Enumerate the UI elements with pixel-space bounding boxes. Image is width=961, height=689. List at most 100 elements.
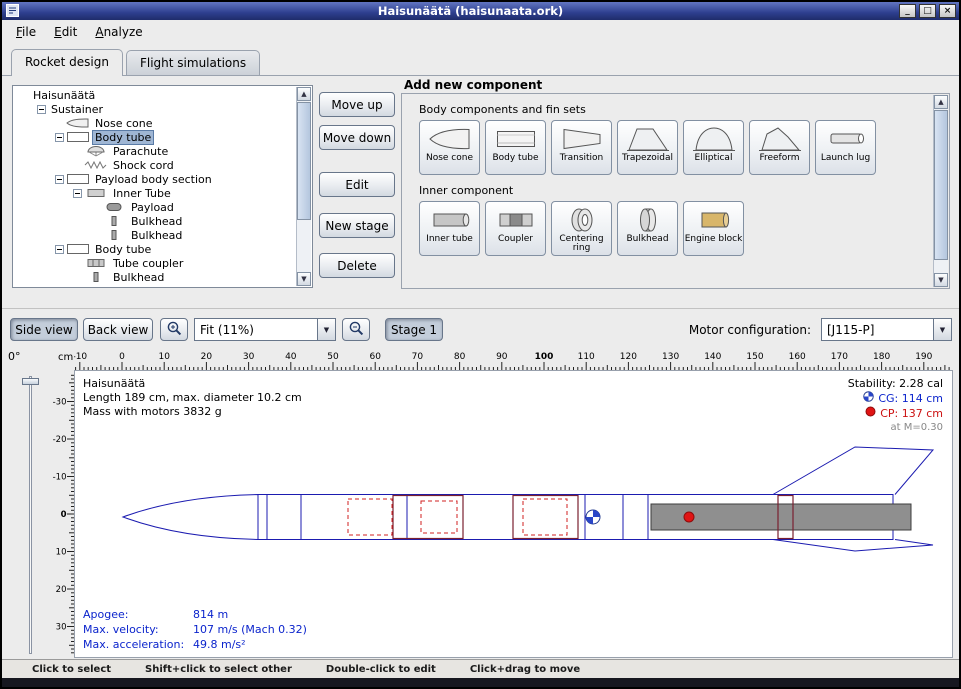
tree-item-tube-coupler[interactable]: Tube coupler: [14, 256, 296, 270]
add-nose-cone-button[interactable]: Nose cone: [419, 120, 480, 175]
minimize-button[interactable]: _: [899, 4, 916, 18]
tree-item-nose-cone[interactable]: Nose cone: [14, 116, 296, 130]
cp-icon: [865, 406, 876, 421]
tree-indent: [14, 235, 89, 236]
add-scroll-thumb[interactable]: [934, 110, 948, 260]
svg-text:80: 80: [454, 352, 466, 362]
maximize-button[interactable]: □: [919, 4, 936, 18]
svg-text:40: 40: [285, 352, 297, 362]
tree-collapse-icon[interactable]: [71, 186, 84, 200]
move-down-button[interactable]: Move down: [319, 125, 395, 150]
component-tree: HaisunäätäSustainerNose coneBody tubePar…: [12, 85, 313, 288]
tree-collapse-icon[interactable]: [53, 172, 66, 186]
zoom-in-button[interactable]: [160, 318, 188, 341]
tab-rocket-design[interactable]: Rocket design: [11, 49, 123, 76]
new-stage-button[interactable]: New stage: [319, 213, 395, 238]
tree-item-body-tube[interactable]: Body tube: [14, 130, 296, 144]
add-coupler-button[interactable]: Coupler: [485, 201, 546, 256]
tree-indent: [14, 123, 53, 124]
scroll-down-icon[interactable]: ▼: [934, 273, 948, 287]
tree-item-haisun-t[interactable]: Haisunäätä: [14, 88, 296, 102]
palette-button-label: Elliptical: [695, 154, 733, 163]
svg-text:110: 110: [578, 352, 595, 362]
palette-button-label: Bulkhead: [626, 235, 668, 244]
chevron-down-icon[interactable]: ▼: [933, 319, 951, 340]
body-tube-icon: [66, 173, 92, 185]
rotation-slider[interactable]: [19, 374, 41, 656]
move-up-button[interactable]: Move up: [319, 92, 395, 117]
rotation-angle-label: 0°: [8, 350, 21, 363]
add-engine-block-button[interactable]: Engine block: [683, 201, 744, 256]
menu-file[interactable]: File: [7, 22, 45, 42]
tree-item-bulkhead[interactable]: Bulkhead: [14, 214, 296, 228]
tabbar: Rocket designFlight simulations: [2, 43, 959, 76]
tree-scrollbar[interactable]: ▲ ▼: [296, 87, 311, 286]
add-component-groups: Body components and fin setsNose coneBod…: [403, 94, 933, 287]
tree-indent: [14, 221, 89, 222]
window-menu-icon[interactable]: [6, 4, 19, 17]
stage-1-button[interactable]: Stage 1: [385, 318, 443, 341]
tree-item-label: Payload body section: [92, 173, 215, 186]
tree-spacer: [71, 158, 84, 172]
zoom-level-combo[interactable]: Fit (11%) ▼: [194, 318, 336, 341]
svg-text:20: 20: [56, 585, 67, 595]
scroll-down-icon[interactable]: ▼: [297, 272, 311, 286]
rocket-view-canvas[interactable]: Haisunäätä Length 189 cm, max. diameter …: [74, 370, 953, 658]
engine-block-icon: [692, 204, 736, 235]
rocket-dimensions: Length 189 cm, max. diameter 10.2 cm: [83, 391, 302, 405]
delete-button[interactable]: Delete: [319, 253, 395, 278]
svg-text:-20: -20: [53, 435, 67, 445]
add-elliptical-button[interactable]: Elliptical: [683, 120, 744, 175]
add-freeform-button[interactable]: Freeform: [749, 120, 810, 175]
ruler-unit-label: cm: [58, 352, 73, 363]
svg-text:100: 100: [535, 352, 554, 362]
tree-item-label: Shock cord: [110, 159, 177, 172]
nose-cone-icon: [428, 123, 472, 154]
tree-scroll-thumb[interactable]: [297, 102, 311, 220]
add-inner-tube-button[interactable]: Inner tube: [419, 201, 480, 256]
tree-item-bulkhead[interactable]: Bulkhead: [14, 270, 296, 284]
rotation-slider-thumb[interactable]: [22, 378, 39, 385]
pane-divider: [2, 308, 959, 309]
add-centering-ring-button[interactable]: Centering ring: [551, 201, 612, 256]
zoom-in-icon: [166, 320, 183, 340]
edit-button[interactable]: Edit: [319, 172, 395, 197]
palette-button-label: Launch lug: [821, 154, 870, 163]
add-trapezoidal-button[interactable]: Trapezoidal: [617, 120, 678, 175]
add-bulkhead-button[interactable]: Bulkhead: [617, 201, 678, 256]
menu-analyze[interactable]: Analyze: [86, 22, 151, 42]
close-button[interactable]: ×: [939, 4, 956, 18]
tree-item-shock-cord[interactable]: Shock cord: [14, 158, 296, 172]
tree-item-inner-tube[interactable]: Inner Tube: [14, 186, 296, 200]
tree-item-payload[interactable]: Payload: [14, 200, 296, 214]
scroll-up-icon[interactable]: ▲: [934, 95, 948, 109]
tree-indent: [14, 263, 71, 264]
tab-flight-simulations[interactable]: Flight simulations: [126, 50, 260, 75]
scroll-up-icon[interactable]: ▲: [297, 87, 311, 101]
svg-text:130: 130: [662, 352, 679, 362]
svg-text:20: 20: [201, 352, 213, 362]
tree-collapse-icon[interactable]: [53, 130, 66, 144]
add-launch-lug-button[interactable]: Launch lug: [815, 120, 876, 175]
zoom-out-button[interactable]: [342, 318, 370, 341]
tree-collapse-icon[interactable]: [35, 102, 48, 116]
side-view-button[interactable]: Side view: [10, 318, 78, 341]
tree-item-payload-body-section[interactable]: Payload body section: [14, 172, 296, 186]
svg-text:90: 90: [496, 352, 508, 362]
tree-collapse-icon[interactable]: [53, 242, 66, 256]
tree-item-parachute[interactable]: Parachute: [14, 144, 296, 158]
tree-item-body-tube[interactable]: Body tube: [14, 242, 296, 256]
cp-value: CP: 137 cm: [880, 407, 943, 421]
add-panel-scrollbar[interactable]: ▲ ▼: [933, 95, 948, 287]
motor-config-combo[interactable]: [J115-P] ▼: [821, 318, 952, 341]
menu-edit[interactable]: Edit: [45, 22, 86, 42]
back-view-button[interactable]: Back view: [83, 318, 153, 341]
tree-item-label: Payload: [128, 201, 177, 214]
add-body-tube-button[interactable]: Body tube: [485, 120, 546, 175]
tree-item-sustainer[interactable]: Sustainer: [14, 102, 296, 116]
add-transition-button[interactable]: Transition: [551, 120, 612, 175]
titlebar[interactable]: Haisunäätä (haisunaata.ork) _ □ ×: [2, 2, 959, 20]
tree-item-bulkhead[interactable]: Bulkhead: [14, 228, 296, 242]
rotation-slider-track: [29, 376, 32, 654]
chevron-down-icon[interactable]: ▼: [317, 319, 335, 340]
